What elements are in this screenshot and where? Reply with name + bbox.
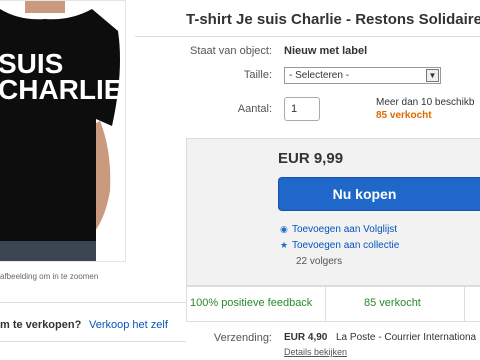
stats-divider [325, 287, 326, 321]
watchlist-label: Toevoegen aan Volglijst [292, 224, 398, 235]
listing-title: T-shirt Je suis Charlie - Restons Solida… [186, 11, 480, 28]
positive-feedback-stat[interactable]: 100% positieve feedback [190, 297, 312, 309]
collection-label: Toevoegen aan collectie [292, 240, 400, 251]
shipping-label: Verzending: [213, 332, 272, 344]
sell-question: m te verkopen? [0, 319, 82, 331]
quantity-label: Aantal: [237, 103, 272, 115]
shipping-price: EUR 4,90 [284, 332, 328, 343]
eye-icon: ◉ [280, 224, 288, 234]
buy-now-button[interactable]: Nu kopen [278, 177, 480, 211]
add-to-watchlist-link[interactable]: ◉ Toevoegen aan Volglijst [280, 224, 397, 235]
shirt-text-line-2: CHARLIE [0, 74, 122, 105]
shipping-details-link[interactable]: Details bekijken [284, 347, 347, 357]
condition-label: Staat van object: [190, 45, 272, 57]
sold-count[interactable]: 85 verkocht [376, 110, 432, 121]
sell-it-yourself-link[interactable]: Verkoop het zelf [89, 319, 168, 331]
size-select-value: - Selecteren - [289, 70, 350, 81]
tshirt-photo: SUIS CHARLIE [0, 1, 125, 261]
availability-text: Meer dan 10 beschikb [376, 97, 475, 108]
price: EUR 9,99 [278, 150, 344, 167]
zoom-hint: afbeelding om in te zoomen [0, 272, 99, 281]
chevron-down-icon[interactable]: ▼ [426, 69, 439, 82]
size-label: Taille: [243, 69, 272, 81]
sell-bar: m te verkopen? Verkoop het zelf [0, 302, 186, 342]
title-divider [135, 36, 480, 37]
quantity-input[interactable]: 1 [284, 97, 320, 121]
sold-stat[interactable]: 85 verkocht [364, 297, 421, 309]
condition-value: Nieuw met label [284, 45, 368, 57]
stats-divider [464, 287, 465, 321]
followers-count: 22 volgers [296, 256, 343, 267]
star-icon: ★ [280, 240, 289, 250]
product-image[interactable]: SUIS CHARLIE [0, 0, 126, 262]
add-to-collection-link[interactable]: ★ Toevoegen aan collectie [280, 240, 399, 251]
shipping-method: La Poste - Courrier Internationa [336, 332, 477, 343]
size-select[interactable]: - Selecteren - ▼ [284, 67, 441, 84]
